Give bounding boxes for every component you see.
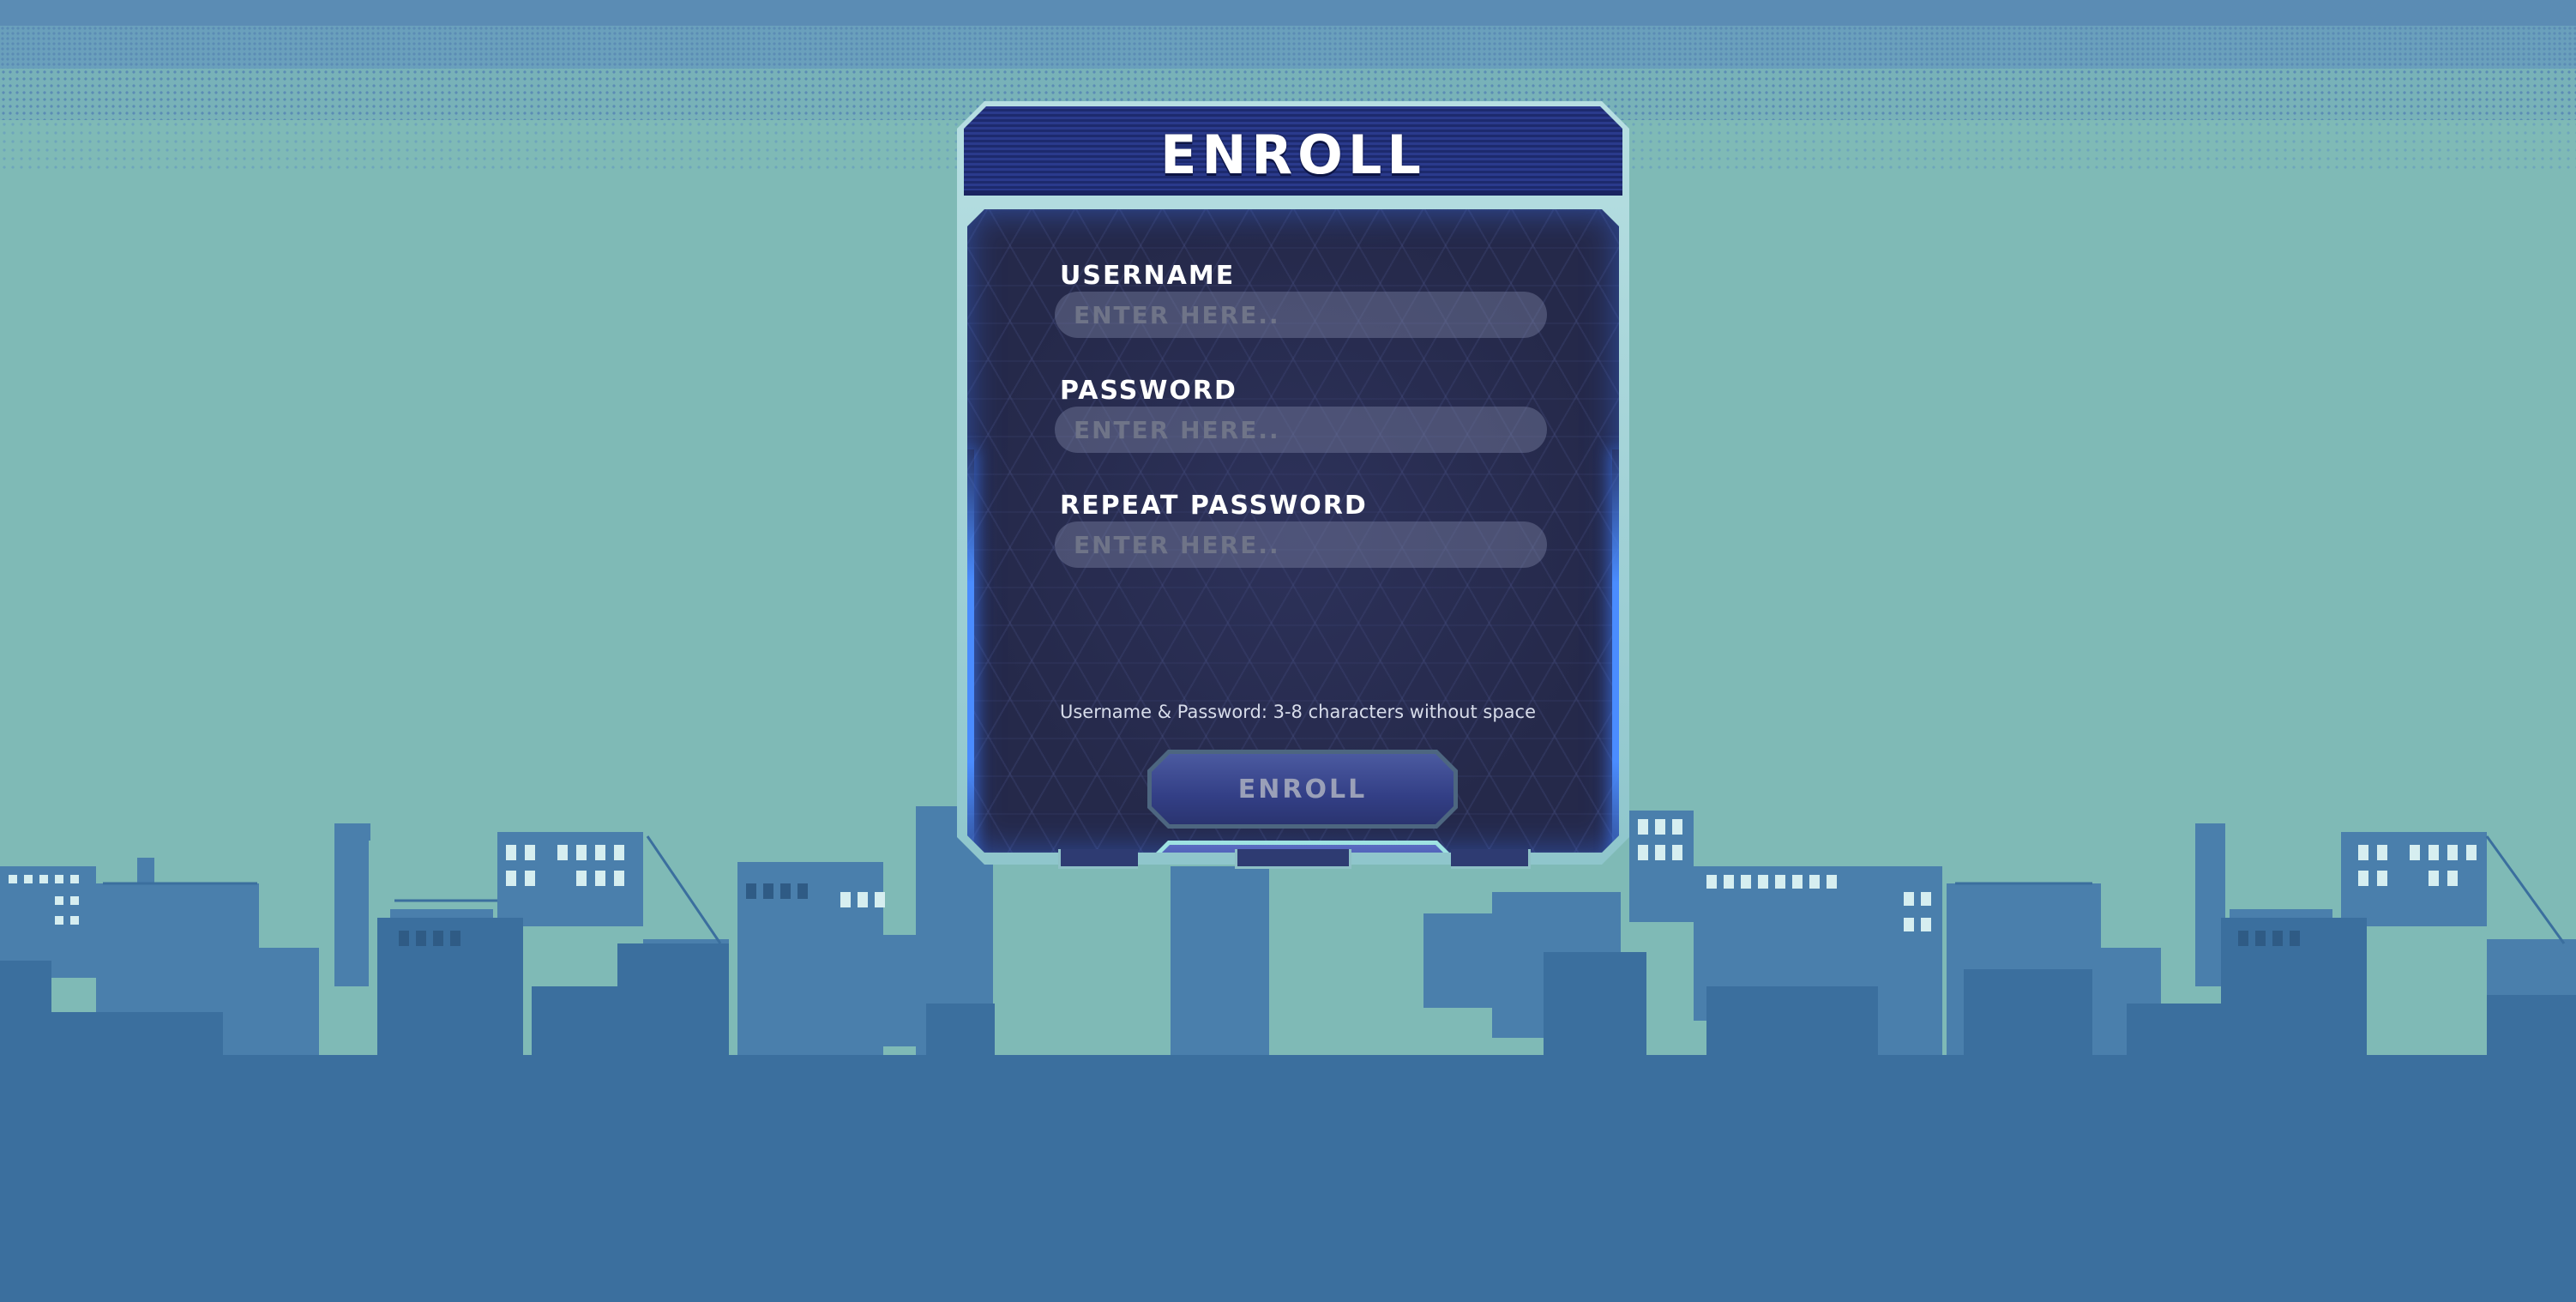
username-field[interactable] <box>1055 292 1547 338</box>
requirements-hint: Username & Password: 3-8 characters with… <box>1060 702 1536 722</box>
panel-bottom-tab <box>1235 849 1351 869</box>
page-title: ENROLL <box>1160 124 1426 186</box>
right-glow <box>1612 449 1619 853</box>
username-label: USERNAME <box>1060 261 1236 291</box>
city-front-layer <box>0 918 2576 1302</box>
left-glow <box>967 449 974 853</box>
enroll-panel: ENROLL USERNAME PASSWORD REPEAT PASSWORD… <box>957 101 1629 869</box>
repeat-password-field[interactable] <box>1055 521 1547 568</box>
panel-bottom-tab <box>1451 849 1531 869</box>
repeat-password-label: REPEAT PASSWORD <box>1060 491 1368 521</box>
panel-bottom-tab <box>1058 849 1138 869</box>
panel-header: ENROLL <box>964 106 1622 196</box>
password-field[interactable] <box>1055 407 1547 453</box>
enroll-button[interactable]: ENROLL <box>1147 750 1458 829</box>
panel-body: USERNAME PASSWORD REPEAT PASSWORD Userna… <box>967 209 1619 853</box>
enroll-button-label: ENROLL <box>1237 774 1368 805</box>
password-label: PASSWORD <box>1060 376 1237 406</box>
